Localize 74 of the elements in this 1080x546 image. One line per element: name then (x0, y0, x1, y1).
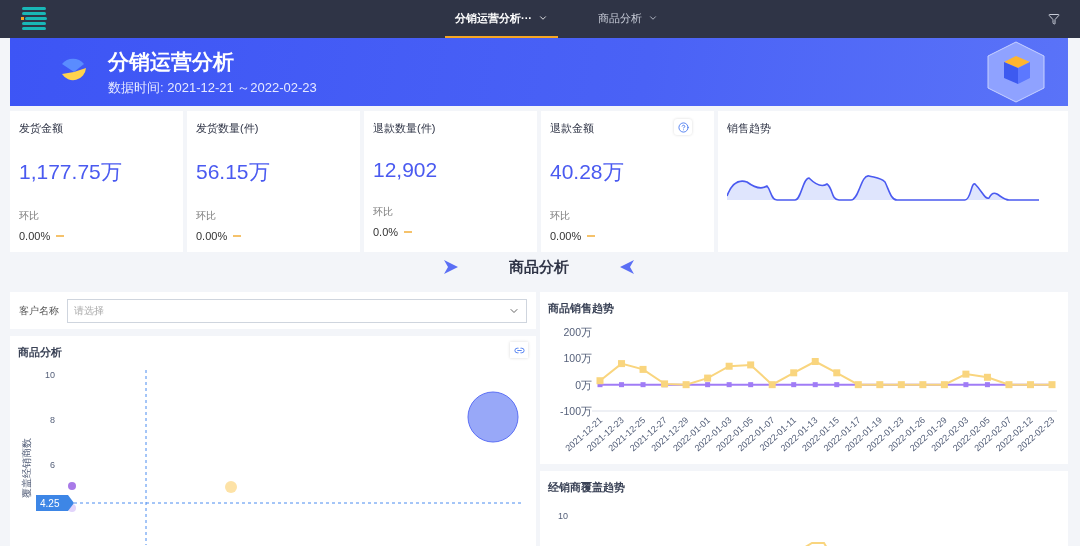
change-value: 0.00% (550, 230, 582, 242)
data-point (618, 360, 625, 368)
axis-tick-label: 200万 (563, 326, 592, 338)
section-title: 商品分析 (509, 257, 569, 277)
axis-tick-label: 10 (558, 511, 568, 521)
date-range: 数据时间: 2021-12-21 ～2022-02-23 (108, 78, 317, 97)
chart-title: 经销商覆盖趋势 (548, 480, 625, 495)
kpi-value: 56.15万 (196, 159, 271, 185)
filter-icon[interactable] (1048, 13, 1060, 25)
dashboard-title: 分销运营分析 (108, 48, 235, 75)
change-value: 0.0% (373, 226, 399, 238)
kpi-value: 1,177.75万 (19, 159, 123, 185)
caret-icon (648, 13, 658, 23)
data-point (748, 382, 754, 388)
chart-title: 商品销售趋势 (548, 301, 614, 316)
change-value: 0.00% (19, 230, 51, 242)
data-point (963, 382, 969, 388)
data-point (1005, 381, 1013, 389)
kpi-value: 40.28万 (550, 159, 625, 185)
data-point (940, 381, 948, 389)
axis-tick-label: -100万 (560, 405, 592, 417)
data-point (639, 365, 647, 373)
data-point (897, 381, 905, 389)
change-label: 环比 (550, 209, 571, 223)
axis-title: 覆盖经销商数 (21, 438, 32, 498)
cube-icon (984, 40, 1048, 104)
kpi-title: 退款数量(件) (373, 121, 436, 136)
change-label: 环比 (196, 209, 217, 223)
nav-tab[interactable]: 商品分析 (588, 0, 668, 38)
data-point (834, 382, 840, 388)
marker-label: 4.25 (40, 498, 60, 509)
data-point (747, 361, 755, 369)
kpi-title: 发货金额 (19, 121, 63, 136)
axis-tick-label: 0万 (575, 378, 592, 391)
change-value: 0.00% (196, 230, 228, 242)
data-point (1027, 381, 1034, 389)
data-point (1048, 381, 1056, 389)
axis-tick-label: 10 (45, 370, 55, 380)
change-label: 环比 (19, 209, 40, 223)
axis-tick-label: 8 (50, 415, 55, 425)
chart-title: 销售趋势 (727, 121, 771, 136)
change-label: 环比 (373, 205, 394, 219)
dash-icon (56, 235, 65, 237)
data-point (725, 362, 733, 370)
dash-icon (233, 235, 242, 237)
data-point (768, 381, 776, 389)
data-point (854, 381, 862, 389)
kpi-title: 发货数量(件) (196, 121, 259, 136)
data-point (661, 380, 669, 388)
dash-icon (587, 235, 596, 237)
data-point (919, 381, 927, 389)
data-point (876, 381, 884, 389)
data-point (833, 369, 841, 377)
data-point (726, 382, 732, 388)
menu-logo-icon[interactable] (20, 7, 48, 31)
data-point (812, 382, 818, 388)
data-point (962, 370, 970, 378)
axis-tick-label: 6 (50, 460, 55, 470)
caret-icon (538, 13, 548, 23)
data-point (640, 382, 646, 388)
data-point (790, 369, 798, 377)
link-icon[interactable] (510, 342, 528, 358)
data-point (619, 382, 624, 388)
arrow-right-icon (443, 259, 459, 275)
data-point (791, 382, 797, 388)
dash-icon (404, 231, 413, 233)
data-point (682, 381, 690, 389)
axis-tick-label: 100万 (563, 352, 592, 365)
arrow-left-icon (619, 259, 635, 275)
filter-label: 客户名称 (19, 303, 59, 318)
kpi-title: 退款金额 (550, 121, 594, 136)
chart-title: 商品分析 (18, 345, 62, 360)
data-point (811, 358, 819, 365)
kpi-value: 12,902 (373, 158, 439, 182)
